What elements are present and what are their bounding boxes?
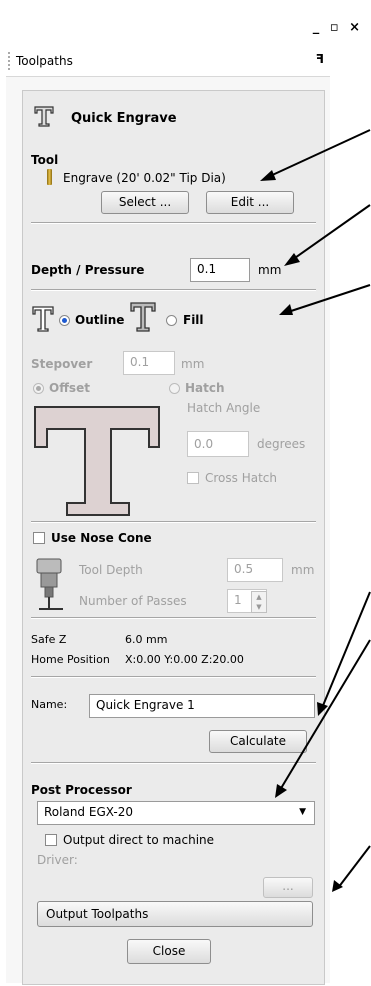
nose-cone-icon (36, 558, 63, 610)
stepover-label: Stepover (31, 357, 93, 371)
toolpaths-header: Toolpaths ꟻ (6, 46, 330, 77)
callout-arrows (260, 129, 371, 315)
use-nose-cone-label: Use Nose Cone (51, 531, 152, 545)
outline-label: Outline (75, 313, 125, 327)
passes-label: Number of Passes (79, 594, 187, 608)
pin-icon[interactable]: ꟻ (316, 52, 324, 66)
post-processor-selected: Roland EGX-20 (44, 805, 133, 819)
home-position-label: Home Position (31, 653, 110, 666)
tool-heading: Tool (31, 153, 59, 167)
tool-depth-label: Tool Depth (79, 563, 143, 577)
large-t-preview-icon (34, 406, 160, 516)
safe-z-value: 6.0 mm (125, 633, 168, 646)
outline-radio[interactable] (59, 315, 70, 326)
window-controls[interactable]: _ ▫ × (313, 20, 363, 35)
post-processor-heading: Post Processor (31, 783, 132, 797)
fill-radio[interactable] (166, 315, 177, 326)
home-position-value: X:0.00 Y:0.00 Z:20.00 (125, 653, 244, 666)
depth-label: Depth / Pressure (31, 263, 145, 277)
name-label: Name: (31, 698, 68, 711)
close-button[interactable]: Close (127, 939, 211, 964)
output-direct-label: Output direct to machine (63, 833, 215, 847)
driver-label: Driver: (37, 853, 78, 867)
engrave-bit-icon (47, 169, 52, 185)
offset-label: Offset (49, 381, 90, 395)
select-tool-button[interactable]: Select ... (101, 191, 189, 214)
toolpaths-title: Toolpaths (16, 54, 73, 68)
fill-t-icon (130, 302, 156, 332)
tool-name: Engrave (20' 0.02" Tip Dia) (63, 171, 226, 185)
drag-grip-icon[interactable] (8, 52, 12, 70)
output-toolpaths-button[interactable]: Output Toolpaths (37, 901, 313, 927)
stepover-unit: mm (181, 357, 205, 371)
stepover-input[interactable]: 0.1 (123, 351, 175, 375)
panel-title: Quick Engrave (71, 111, 177, 126)
callout-arrows-lower (275, 591, 371, 892)
hatch-angle-input[interactable]: 0.0 (187, 431, 249, 457)
hatch-label: Hatch (185, 381, 225, 395)
fill-label: Fill (183, 313, 204, 327)
engrave-t-icon (34, 106, 54, 127)
cross-hatch-checkbox[interactable] (187, 472, 199, 484)
safe-z-label: Safe Z (31, 633, 67, 646)
use-nose-cone-checkbox[interactable] (33, 532, 45, 544)
hatch-radio[interactable] (169, 383, 180, 394)
depth-input[interactable]: 0.1 (190, 258, 250, 282)
title-bar: _ ▫ × (0, 0, 371, 44)
output-direct-checkbox[interactable] (45, 834, 57, 846)
outline-t-icon (32, 306, 54, 332)
offset-radio[interactable] (33, 383, 44, 394)
